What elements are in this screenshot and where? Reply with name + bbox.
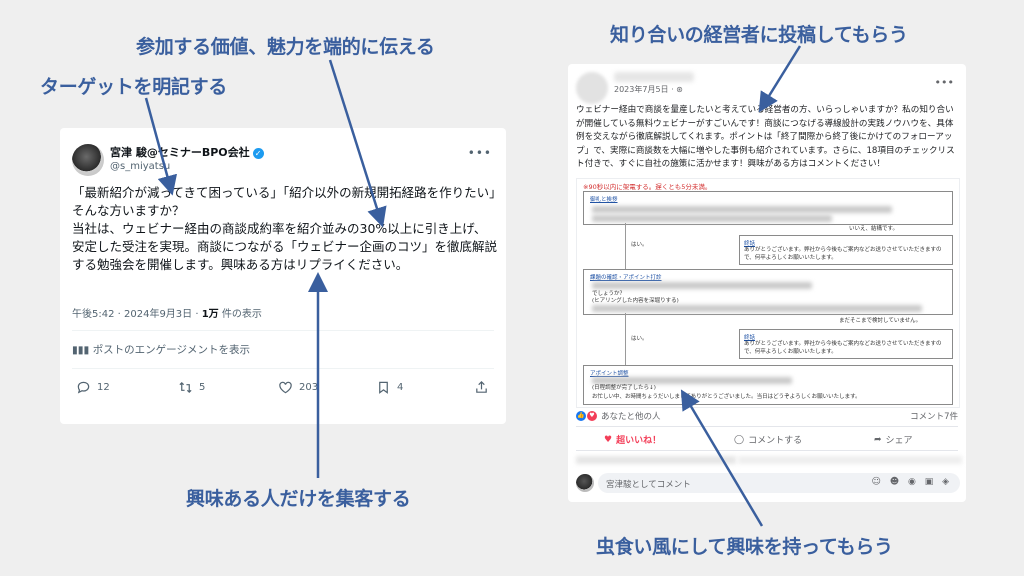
annotation-arrows: [144, 45, 802, 527]
arrow-target: [144, 97, 178, 196]
arrow-wormhole: [680, 389, 764, 527]
arrow-value: [328, 59, 387, 228]
arrow-ask-owner: [758, 45, 802, 113]
